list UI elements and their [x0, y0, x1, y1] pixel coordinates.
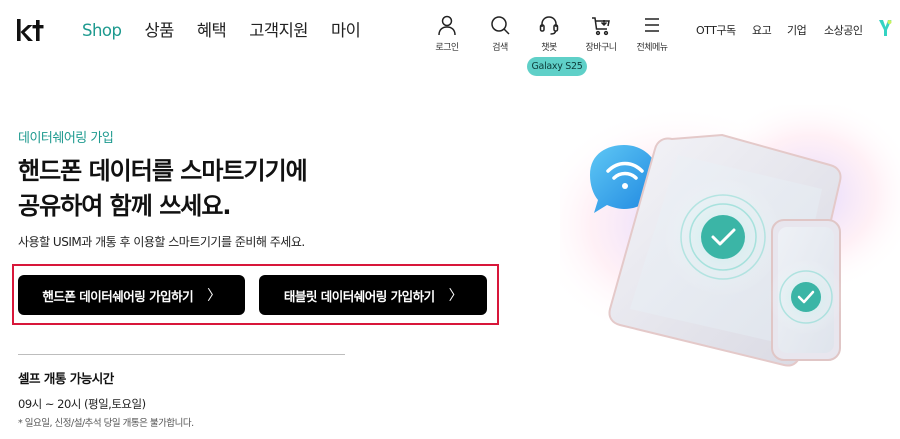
menu-icon — [645, 18, 659, 32]
nav-products[interactable]: 상품 — [145, 20, 175, 42]
headline-line-2: 공유하여 함께 쓰세요. — [18, 192, 232, 220]
tablet-sharing-label: 태블릿 데이터쉐어링 가입하기 — [283, 288, 435, 304]
hours-title: 셀프 개통 가능시간 — [18, 371, 114, 386]
chevron-right-icon: 〉 — [207, 288, 221, 304]
device-sharing-illustration — [560, 105, 900, 367]
page-description: 사용할 USIM과 개통 후 이용할 스마트기기를 준비해 주세요. — [18, 235, 305, 249]
login-label: 로그인 — [435, 43, 459, 53]
link-small-business[interactable]: 소상공인 — [824, 22, 863, 38]
search-icon — [491, 16, 510, 35]
nav-my[interactable]: 마이 — [331, 20, 361, 42]
nav-support[interactable]: 고객지원 — [249, 20, 308, 42]
search-button[interactable]: 검색 — [475, 14, 525, 53]
kt-logo[interactable] — [16, 18, 46, 44]
user-icon — [438, 15, 456, 36]
top-header: Shop 상품 혜택 고객지원 마이 로그인 검색 챗봇 장바구니 전체메뉴 O… — [0, 0, 900, 64]
section-divider — [18, 354, 345, 355]
phone-device-icon — [768, 219, 844, 361]
cart-icon — [592, 17, 610, 36]
link-business[interactable]: 기업 — [787, 22, 807, 38]
main-navigation: Shop 상품 혜택 고객지원 마이 — [82, 20, 383, 42]
headline-line-1: 핸드폰 데이터를 스마트기기에 — [18, 157, 308, 185]
chevron-right-icon: 〉 — [448, 288, 463, 304]
nav-shop[interactable]: Shop — [82, 20, 122, 42]
tablet-sharing-button[interactable]: 태블릿 데이터쉐어링 가입하기 〉 — [259, 275, 487, 315]
nav-benefits[interactable]: 혜택 — [197, 20, 227, 42]
page-eyebrow: 데이터쉐어링 가입 — [18, 131, 114, 146]
all-menu-label: 전체메뉴 — [636, 43, 668, 53]
cart-label: 장바구니 — [585, 43, 617, 53]
search-label: 검색 — [492, 43, 508, 53]
hours-value: 09시 ~ 20시 (평일,토요일) — [18, 397, 146, 411]
page-title: 핸드폰 데이터를 스마트기기에 공유하여 함께 쓰세요. — [18, 154, 308, 224]
headset-icon — [539, 16, 559, 35]
phone-sharing-label: 핸드폰 데이터쉐어링 가입하기 — [42, 288, 194, 304]
all-menu-button[interactable]: 전체메뉴 — [627, 14, 677, 53]
login-button[interactable]: 로그인 — [422, 14, 472, 53]
promo-badge[interactable]: Galaxy S25 — [527, 57, 587, 76]
y-brand-logo[interactable] — [878, 18, 892, 38]
phone-sharing-button[interactable]: 핸드폰 데이터쉐어링 가입하기 〉 — [18, 275, 245, 315]
chatbot-button[interactable]: 챗봇 — [524, 14, 574, 53]
hours-note: * 일요일, 신정/설/추석 당일 개통은 불가합니다. — [18, 418, 194, 429]
cart-button[interactable]: 장바구니 — [576, 14, 626, 53]
link-yogo[interactable]: 요고 — [752, 22, 772, 38]
chatbot-label: 챗봇 — [541, 43, 557, 53]
link-ott[interactable]: OTT구독 — [696, 22, 736, 38]
